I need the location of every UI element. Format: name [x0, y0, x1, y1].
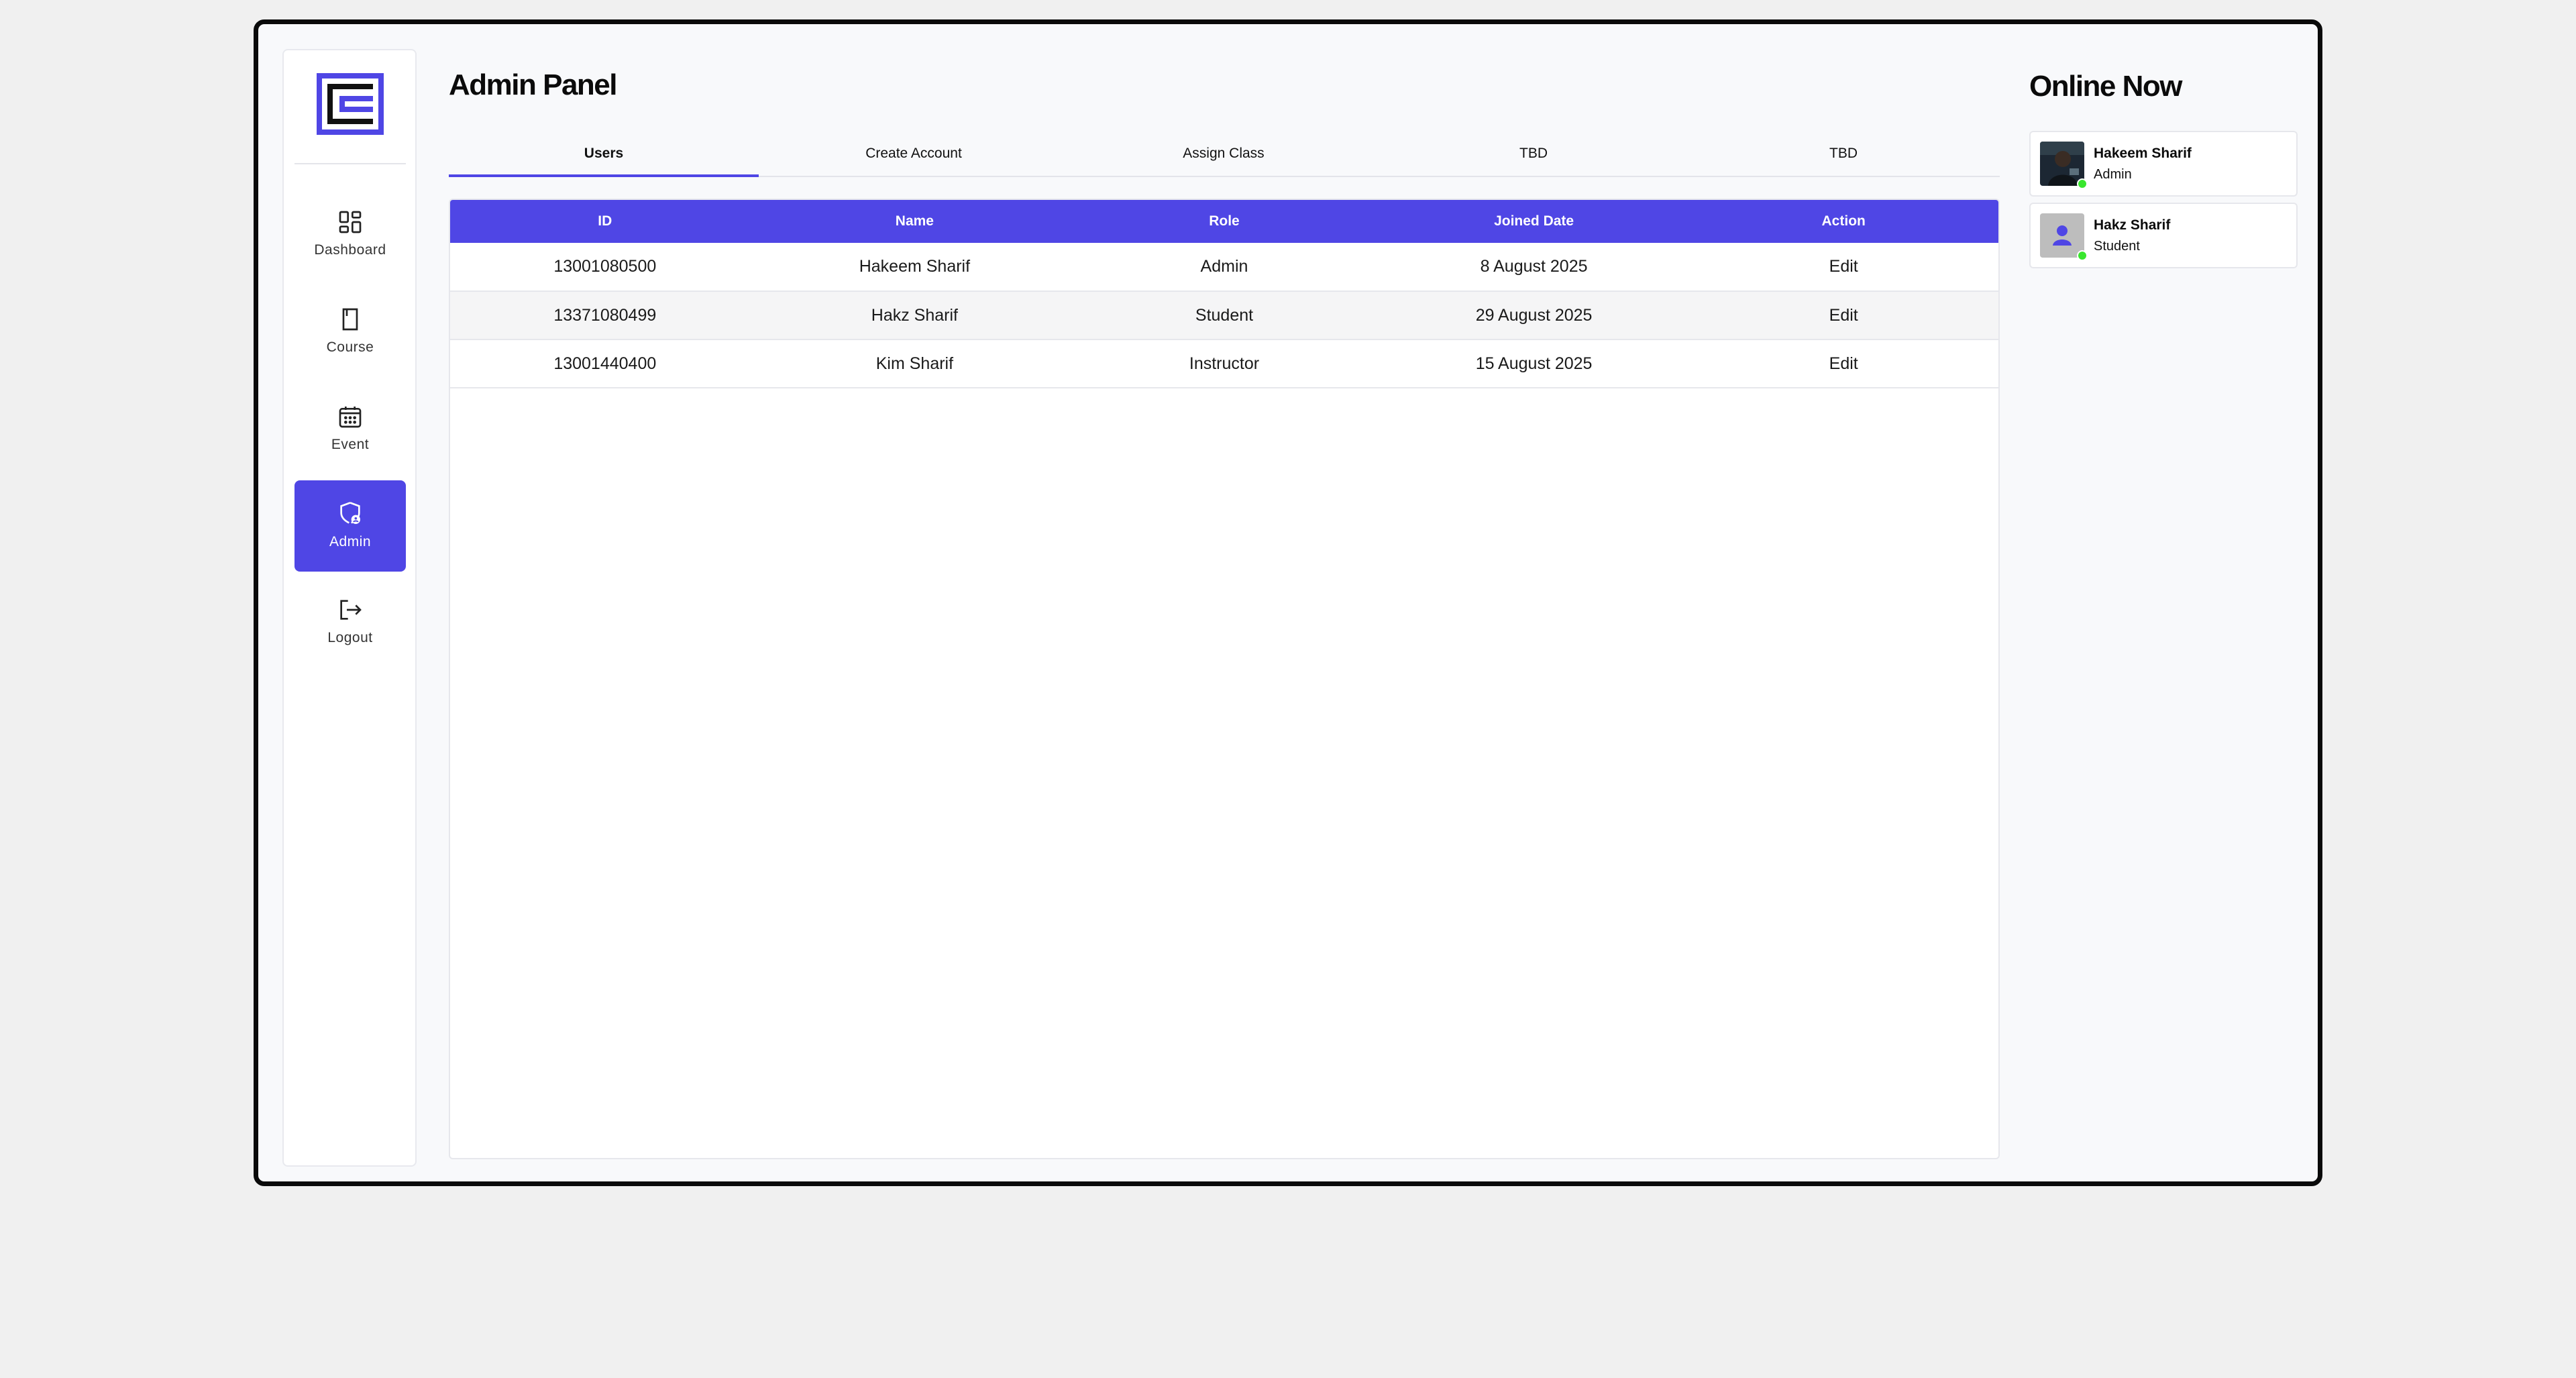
online-user-card[interactable]: Hakz Sharif Student [2029, 203, 2298, 268]
cell-id: 13371080499 [553, 305, 657, 325]
calendar-icon [294, 403, 406, 430]
cell-name: Hakz Sharif [871, 305, 958, 325]
sidebar-item-label: Course [326, 339, 374, 355]
tab-users[interactable]: Users [449, 138, 759, 177]
online-status-dot [2077, 250, 2088, 261]
column-header-id[interactable]: ID [450, 200, 760, 243]
cell-id: 13001080500 [553, 257, 657, 276]
sidebar-item-label: Event [331, 437, 370, 452]
cell-joined-date: 8 August 2025 [1480, 257, 1588, 276]
column-header-name[interactable]: Name [760, 200, 1070, 243]
sidebar-item-course[interactable]: Course [294, 286, 406, 377]
tab-bar: Users Create Account Assign Class TBD TB… [449, 138, 2000, 177]
app-logo[interactable] [317, 73, 384, 135]
cell-joined-date: 29 August 2025 [1475, 305, 1593, 325]
app-window: Dashboard Course Event Admin Logout Admi… [254, 19, 2322, 1186]
online-now-title: Online Now [2029, 70, 2183, 103]
column-header-action: Action [1821, 213, 1866, 229]
column-header-role[interactable]: Role [1069, 200, 1379, 243]
page-title: Admin Panel [449, 68, 618, 101]
online-user-role: Student [2094, 239, 2140, 254]
cell-role: Admin [1200, 257, 1248, 276]
online-user-card[interactable]: Hakeem Sharif Admin [2029, 131, 2298, 197]
avatar [2040, 213, 2088, 261]
cell-joined-date: 15 August 2025 [1475, 354, 1593, 373]
sidebar-item-label: Admin [329, 534, 372, 549]
users-table-card: ID Name Role Joined Date Action 13001080… [449, 199, 2000, 1159]
online-user-name: Hakz Sharif [2094, 217, 2171, 233]
online-user-name: Hakeem Sharif [2094, 146, 2192, 161]
avatar [2040, 142, 2088, 189]
sidebar: Dashboard Course Event Admin Logout [282, 49, 417, 1167]
tab-tbd[interactable]: TBD [1688, 138, 1998, 177]
logout-icon [294, 596, 406, 623]
shield-user-icon [294, 500, 406, 527]
table-header-row: ID Name Role Joined Date Action [450, 200, 1998, 243]
sidebar-item-label: Logout [327, 630, 373, 645]
users-table: ID Name Role Joined Date Action 13001080… [450, 200, 1998, 388]
sidebar-item-dashboard[interactable]: Dashboard [294, 189, 406, 280]
cell-id: 13001440400 [553, 354, 657, 373]
tab-assign-class[interactable]: Assign Class [1069, 138, 1379, 177]
sidebar-item-event[interactable]: Event [294, 383, 406, 474]
edit-button[interactable]: Edit [1688, 291, 1998, 339]
edit-button[interactable]: Edit [1688, 243, 1998, 291]
tab-create-account[interactable]: Create Account [759, 138, 1069, 177]
online-status-dot [2077, 178, 2088, 189]
cell-role: Student [1195, 305, 1254, 325]
sidebar-item-label: Dashboard [314, 242, 386, 258]
cell-name: Hakeem Sharif [859, 257, 971, 276]
dashboard-icon [294, 209, 406, 235]
table-row: 13371080499 Hakz Sharif Student 29 Augus… [450, 291, 1998, 339]
sidebar-item-logout[interactable]: Logout [294, 576, 406, 668]
online-user-role: Admin [2094, 167, 2132, 182]
tab-tbd[interactable]: TBD [1379, 138, 1688, 177]
book-icon [294, 306, 406, 333]
column-header-joined-date[interactable]: Joined Date [1379, 200, 1689, 243]
sidebar-divider [294, 163, 406, 164]
cell-name: Kim Sharif [875, 354, 954, 373]
edit-button[interactable]: Edit [1688, 339, 1998, 388]
table-row: 13001440400 Kim Sharif Instructor 15 Aug… [450, 339, 1998, 388]
cell-role: Instructor [1189, 354, 1260, 373]
table-row: 13001080500 Hakeem Sharif Admin 8 August… [450, 243, 1998, 291]
sidebar-item-admin[interactable]: Admin [294, 480, 406, 572]
